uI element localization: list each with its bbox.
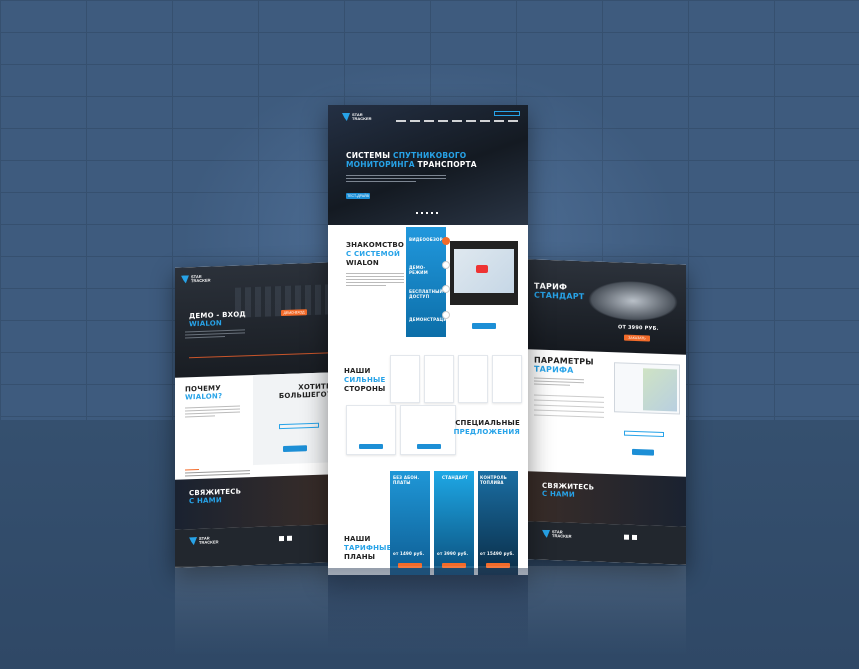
center-logo: STAR TRACKER: [342, 113, 372, 121]
offer-card: [346, 405, 396, 455]
strength-card: [390, 355, 420, 403]
hero-description: [185, 329, 245, 343]
plan-title: СТАНДАРТ: [442, 475, 469, 480]
logo-icon: [189, 537, 197, 545]
tabs-panel: ВИДЕООБЗОР ДЕМО-РЕЖИМ БЕСПЛАТНЫЙ ДОСТУП …: [406, 227, 450, 337]
center-hero: STAR TRACKER СИСТЕМЫ СПУТНИКОВОГО МОНИТОР…: [328, 105, 528, 225]
right-hero-title: ТАРИФ СТАНДАРТ: [534, 281, 585, 302]
test-drive-button[interactable]: ТЕСТ-ДРАЙВ: [346, 193, 370, 199]
right-email-input[interactable]: [624, 430, 664, 437]
facebook-icon[interactable]: [287, 535, 292, 541]
tab-demo[interactable]: ДЕМО-РЕЖИМ: [409, 265, 439, 275]
why-heading: ПОЧЕМУ WIALON?: [185, 384, 223, 402]
screenshot-preview: [614, 362, 680, 415]
left-page-mockup: STAR TRACKER ДЕМО - ВХОД WIALON ДЕМО-ВХОД …: [175, 262, 335, 568]
right-footer-logo: STAR TRACKER: [542, 529, 572, 539]
video-player[interactable]: [450, 241, 518, 305]
right-submit-button[interactable]: [632, 448, 654, 456]
right-footer: STAR TRACKER: [528, 521, 686, 565]
order-button[interactable]: ЗАКАЗАТЬ: [624, 334, 650, 342]
tab-demonstration[interactable]: ДЕМОНСТРАЦИЯ: [409, 317, 450, 322]
left-logo: STAR TRACKER: [181, 274, 211, 284]
strengths-heading: НАШИ СИЛЬНЫЕ СТОРОНЫ: [344, 367, 386, 393]
left-contact-section: СВЯЖИТЕСЬ С НАМИ: [175, 474, 335, 530]
right-page-mockup: ТАРИФ СТАНДАРТ ОТ 3990 РУБ. ЗАКАЗАТЬ ПАРА…: [528, 259, 686, 565]
map-preview: [643, 368, 677, 412]
feature-list: [534, 394, 604, 418]
params-text: [534, 377, 584, 386]
center-hero-title: СИСТЕМЫ СПУТНИКОВОГО МОНИТОРИНГА ТРАНСПО…: [346, 151, 477, 169]
plan-card-no-fee: БЕЗ АБОН. ПЛАТЫ от 1490 руб.: [390, 471, 430, 575]
strength-card: [424, 355, 454, 403]
play-icon[interactable]: [476, 265, 488, 273]
plan-price: от 15490 руб.: [480, 551, 515, 556]
left-hero: STAR TRACKER ДЕМО - ВХОД WIALON ДЕМО-ВХОД: [175, 262, 335, 378]
slider-dots[interactable]: [416, 212, 440, 214]
youtube-icon[interactable]: [279, 535, 284, 542]
footer-logo: STAR TRACKER: [189, 536, 219, 545]
tab-free-access[interactable]: БЕСПЛАТНЫЙ ДОСТУП: [409, 289, 443, 299]
youtube-icon[interactable]: [624, 534, 629, 540]
tab-arrow-icon[interactable]: [442, 237, 450, 245]
plan-card-fuel: КОНТРОЛЬ ТОПЛИВА от 15490 руб.: [478, 471, 518, 575]
intro-heading: ЗНАКОМСТВО С СИСТЕМОЙ WIALON: [346, 241, 405, 267]
intro-text: [346, 273, 404, 286]
offer-button[interactable]: [359, 444, 383, 449]
hero-divider: [189, 352, 329, 359]
logo-icon: [542, 530, 550, 538]
free-setup-note: [185, 467, 250, 477]
email-input[interactable]: [279, 422, 319, 430]
left-hero-title: ДЕМО - ВХОД WIALON: [189, 310, 246, 329]
want-heading: ХОТИТЕ БОЛЬШЕГО?: [278, 382, 331, 401]
demo-login-button[interactable]: ДЕМО-ВХОД: [281, 309, 307, 317]
special-offers-heading: СПЕЦИАЛЬНЫЕ ПРЕДЛОЖЕНИЯ: [453, 419, 520, 436]
why-text: [185, 405, 240, 418]
right-contact-heading: СВЯЖИТЕСЬ С НАМИ: [542, 481, 595, 499]
strength-card: [492, 355, 522, 403]
right-hero: ТАРИФ СТАНДАРТ ОТ 3990 РУБ. ЗАКАЗАТЬ: [528, 259, 686, 355]
logo-icon: [342, 113, 350, 121]
tab-arrow-icon[interactable]: [442, 311, 450, 319]
tab-arrow-icon[interactable]: [442, 285, 450, 293]
plan-price: от 1490 руб.: [393, 551, 425, 556]
plan-title: КОНТРОЛЬ ТОПЛИВА: [480, 475, 508, 485]
tab-video[interactable]: ВИДЕООБЗОР: [409, 237, 443, 242]
hero-description: [346, 175, 446, 182]
callback-button[interactable]: [494, 111, 520, 116]
tariff-price: ОТ 3990 РУБ.: [618, 324, 659, 332]
offer-card: [400, 405, 456, 455]
params-heading: ПАРАМЕТРЫ ТАРИФА: [534, 355, 594, 375]
strength-card: [458, 355, 488, 403]
center-reflection: [328, 568, 528, 648]
plan-title: БЕЗ АБОН. ПЛАТЫ: [393, 475, 420, 485]
left-footer: STAR TRACKER: [175, 524, 335, 568]
video-cta-button[interactable]: [472, 323, 496, 329]
plan-card-standard: СТАНДАРТ от 3990 руб.: [434, 471, 474, 575]
contact-heading: СВЯЖИТЕСЬ С НАМИ: [189, 487, 242, 506]
want-more-block: ХОТИТЕ БОЛЬШЕГО?: [253, 372, 335, 466]
center-page-mockup: STAR TRACKER СИСТЕМЫ СПУТНИКОВОГО МОНИТОР…: [328, 105, 528, 575]
plan-price: от 3990 руб.: [437, 551, 469, 556]
right-contact-section: СВЯЖИТЕСЬ С НАМИ: [528, 471, 686, 527]
offer-button[interactable]: [417, 444, 441, 449]
facebook-icon[interactable]: [632, 534, 637, 541]
top-nav[interactable]: [396, 120, 520, 122]
car-image: [588, 279, 678, 323]
plans-heading: НАШИ ТАРИФНЫЕ ПЛАНЫ: [344, 535, 392, 561]
tab-arrow-icon[interactable]: [442, 261, 450, 269]
want-submit-button[interactable]: [283, 445, 307, 453]
logo-icon: [181, 275, 189, 283]
